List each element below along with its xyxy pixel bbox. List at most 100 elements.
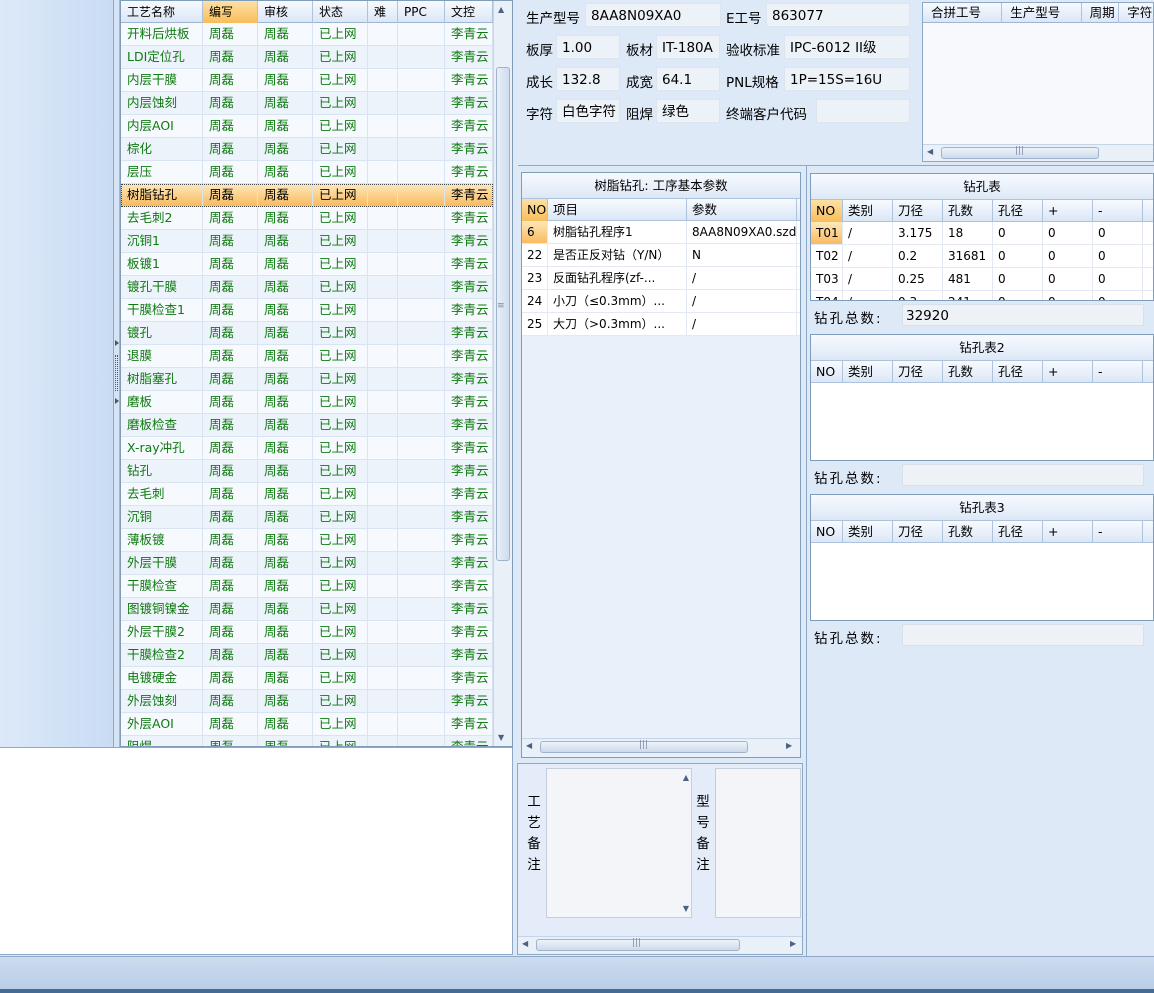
col-header-param[interactable]: 参数 [687, 199, 797, 221]
table-row[interactable]: 外层蚀刻 周磊 周磊 已上网 李青云 [121, 690, 493, 713]
table-row[interactable]: T01/3.175 18 0 0 0 [811, 222, 1153, 245]
col-header-plus[interactable]: + [1043, 200, 1093, 222]
table-row[interactable]: 板镀1 周磊 周磊 已上网 李青云 [121, 253, 493, 276]
col-header-model[interactable]: 生产型号 [1002, 3, 1082, 23]
col-header-hole-count[interactable]: 孔数 [943, 521, 993, 543]
col-header-minus[interactable]: - [1093, 361, 1143, 383]
eno-field[interactable]: 863077 [766, 3, 910, 27]
material-field[interactable]: IT-180A [656, 35, 720, 59]
col-header-minus[interactable]: - [1093, 521, 1143, 543]
table-row[interactable]: 23 反面钻孔程序(zf-... / [522, 267, 800, 290]
scroll-up-icon[interactable]: ▲ [498, 5, 504, 14]
table-row[interactable]: 镀孔干膜 周磊 周磊 已上网 李青云 [121, 276, 493, 299]
model-field[interactable]: 8AA8N09XA0 [585, 3, 721, 27]
length-field[interactable]: 132.8 [556, 67, 620, 91]
customer-code-field[interactable] [816, 99, 910, 123]
table-row[interactable]: 6 树脂钻孔程序1 8AA8N09XA0.szdr [522, 221, 800, 244]
col-header-author[interactable]: 编写 [203, 1, 258, 23]
col-header-legend[interactable]: 字符 [1119, 3, 1153, 23]
drill-total-2-field[interactable] [902, 464, 1144, 486]
table-row[interactable]: 24 小刀（≤0.3mm）... / [522, 290, 800, 313]
col-header-plus[interactable]: + [1043, 521, 1093, 543]
col-header-no[interactable]: NO [522, 199, 548, 221]
params-horizontal-scrollbar[interactable]: ◀ ||| ▶ [522, 738, 800, 755]
table-row[interactable]: 棕化 周磊 周磊 已上网 李青云 [121, 138, 493, 161]
col-header-hole-dia[interactable]: 孔径 [993, 521, 1043, 543]
table-row[interactable]: 干膜检查 周磊 周磊 已上网 李青云 [121, 575, 493, 598]
table-row[interactable]: 干膜检查2 周磊 周磊 已上网 李青云 [121, 644, 493, 667]
mask-field[interactable]: 绿色 [656, 99, 720, 123]
table-row[interactable]: 沉铜 周磊 周磊 已上网 李青云 [121, 506, 493, 529]
table-row[interactable]: 树脂塞孔 周磊 周磊 已上网 李青云 [121, 368, 493, 391]
scroll-left-icon[interactable]: ◀ [522, 939, 528, 948]
drill-total-3-field[interactable] [902, 624, 1144, 646]
table-row[interactable]: 外层AOI 周磊 周磊 已上网 李青云 [121, 713, 493, 736]
scroll-right-icon[interactable]: ▶ [790, 939, 796, 948]
table-row[interactable]: 镀孔 周磊 周磊 已上网 李青云 [121, 322, 493, 345]
pnl-field[interactable]: 1P=15S=16U [784, 67, 910, 91]
thickness-field[interactable]: 1.00 [556, 35, 620, 59]
table-row[interactable]: LDI定位孔 周磊 周磊 已上网 李青云 [121, 46, 493, 69]
col-header-plus[interactable]: + [1043, 361, 1093, 383]
col-header-type[interactable]: 类别 [843, 361, 893, 383]
table-row[interactable]: 开料后烘板 周磊 周磊 已上网 李青云 [121, 23, 493, 46]
col-header-hole-dia[interactable]: 孔径 [993, 361, 1043, 383]
process-grid-vertical-scrollbar[interactable]: ▲ ≡ ▼ [493, 1, 512, 746]
table-row[interactable]: 磨板检查 周磊 周磊 已上网 李青云 [121, 414, 493, 437]
col-header-status[interactable]: 状态 [313, 1, 368, 23]
col-header-hole-count[interactable]: 孔数 [943, 361, 993, 383]
col-header-reviewer[interactable]: 审核 [258, 1, 313, 23]
col-header-tool-dia[interactable]: 刀径 [893, 200, 943, 222]
col-header-doc-control[interactable]: 文控 [445, 1, 493, 23]
process-remarks-textarea[interactable]: ▲ ▼ [546, 768, 692, 918]
table-row[interactable]: X-ray冲孔 周磊 周磊 已上网 李青云 [121, 437, 493, 460]
table-row[interactable]: 沉铜1 周磊 周磊 已上网 李青云 [121, 230, 493, 253]
col-header-type[interactable]: 类别 [843, 521, 893, 543]
table-row[interactable]: 树脂钻孔 周磊 周磊 已上网 李青云 [121, 184, 493, 207]
col-header-combine-no[interactable]: 合拼工号 [923, 3, 1003, 23]
table-row[interactable]: 外层干膜 周磊 周磊 已上网 李青云 [121, 552, 493, 575]
col-header-no[interactable]: NO [811, 361, 843, 383]
col-header-no[interactable]: NO [811, 200, 843, 222]
table-row[interactable]: T03/0.25 481 0 0 0 [811, 268, 1153, 291]
col-header-hole-count[interactable]: 孔数 [943, 200, 993, 222]
table-row[interactable]: T04/0.3241000 [811, 291, 1153, 300]
scroll-right-icon[interactable]: ▶ [786, 741, 792, 750]
scroll-up-icon[interactable]: ▲ [683, 773, 689, 782]
table-row[interactable]: 阻焊 周磊 周磊 已上网 李青云 [121, 736, 493, 746]
table-row[interactable]: 内层干膜 周磊 周磊 已上网 李青云 [121, 69, 493, 92]
table-row[interactable]: 图镀铜镍金 周磊 周磊 已上网 李青云 [121, 598, 493, 621]
col-header-type[interactable]: 类别 [843, 200, 893, 222]
scroll-down-icon[interactable]: ▼ [498, 733, 504, 742]
scroll-down-icon[interactable]: ▼ [683, 904, 689, 913]
remarks-horizontal-scrollbar[interactable]: ◀ ||| ▶ [518, 936, 802, 953]
table-row[interactable]: 电镀硬金 周磊 周磊 已上网 李青云 [121, 667, 493, 690]
col-header-tool-dia[interactable]: 刀径 [893, 521, 943, 543]
col-header-difficulty[interactable]: 难 [368, 1, 398, 23]
col-header-process-name[interactable]: 工艺名称 [121, 1, 203, 23]
legend-field[interactable]: 白色字符 [556, 99, 620, 123]
col-header-item[interactable]: 项目 [548, 199, 687, 221]
col-header-cycle[interactable]: 周期 [1082, 3, 1120, 23]
col-header-ppc[interactable]: PPC [398, 1, 445, 23]
table-row[interactable]: 薄板镀 周磊 周磊 已上网 李青云 [121, 529, 493, 552]
table-row[interactable]: 干膜检查1 周磊 周磊 已上网 李青云 [121, 299, 493, 322]
table-row[interactable]: 去毛刺2 周磊 周磊 已上网 李青云 [121, 207, 493, 230]
col-header-hole-dia[interactable]: 孔径 [993, 200, 1043, 222]
col-header-no[interactable]: NO [811, 521, 843, 543]
col-header-minus[interactable]: - [1093, 200, 1143, 222]
table-row[interactable]: 22 是否正反对钻（Y/N） N [522, 244, 800, 267]
width-field[interactable]: 64.1 [656, 67, 720, 91]
scrollbar-thumb[interactable] [496, 67, 510, 561]
standard-field[interactable]: IPC-6012 II级 [784, 35, 910, 59]
scroll-left-icon[interactable]: ◀ [927, 147, 933, 156]
model-remarks-textarea[interactable] [715, 768, 801, 918]
scroll-left-icon[interactable]: ◀ [526, 741, 532, 750]
table-row[interactable]: 层压 周磊 周磊 已上网 李青云 [121, 161, 493, 184]
table-row[interactable]: T02/0.2 31681 0 0 0 [811, 245, 1153, 268]
table-row[interactable]: 去毛刺 周磊 周磊 已上网 李青云 [121, 483, 493, 506]
col-header-tool-dia[interactable]: 刀径 [893, 361, 943, 383]
table-row[interactable]: 25 大刀（>0.3mm）... / [522, 313, 800, 336]
table-row[interactable]: 退膜 周磊 周磊 已上网 李青云 [121, 345, 493, 368]
table-row[interactable]: 钻孔 周磊 周磊 已上网 李青云 [121, 460, 493, 483]
